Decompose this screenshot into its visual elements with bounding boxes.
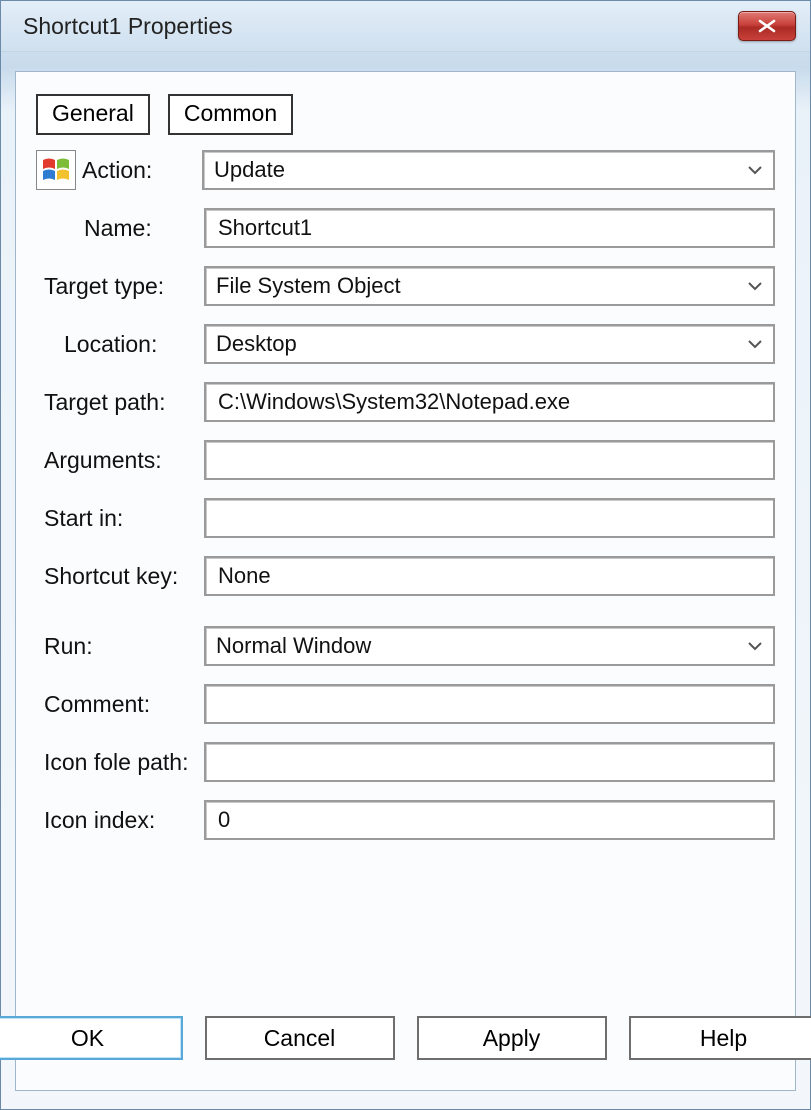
location-select[interactable]: Desktop	[204, 324, 775, 364]
target-type-select[interactable]: File System Object	[204, 266, 775, 306]
label-location: Location:	[36, 331, 204, 358]
label-action: Action:	[82, 157, 202, 184]
comment-input[interactable]	[204, 684, 775, 724]
row-target-path: Target path:	[36, 381, 775, 423]
row-start-in: Start in:	[36, 497, 775, 539]
label-run: Run:	[36, 633, 204, 660]
start-in-value[interactable]	[216, 504, 763, 532]
row-arguments: Arguments:	[36, 439, 775, 481]
windows-logo-icon	[36, 150, 76, 190]
apply-button[interactable]: Apply	[417, 1016, 607, 1060]
start-in-input[interactable]	[204, 498, 775, 538]
tab-common[interactable]: Common	[168, 94, 293, 135]
chevron-down-icon	[747, 641, 763, 651]
row-action: Action: Update	[36, 149, 775, 191]
arguments-input[interactable]	[204, 440, 775, 480]
window-title: Shortcut1 Properties	[23, 13, 233, 40]
form-area: Action: Update Name: T	[16, 135, 795, 841]
row-icon-index: Icon index:	[36, 799, 775, 841]
icon-index-input[interactable]	[204, 800, 775, 840]
tab-strip: General Common	[16, 72, 795, 135]
cancel-button[interactable]: Cancel	[205, 1016, 395, 1060]
label-arguments: Arguments:	[36, 447, 204, 474]
row-shortcut-key: Shortcut key:	[36, 555, 775, 597]
row-target-type: Target type: File System Object	[36, 265, 775, 307]
row-icon-path: Icon fole path:	[36, 741, 775, 783]
target-path-value[interactable]	[216, 388, 763, 416]
button-row: OK Cancel Apply Help	[16, 1016, 795, 1060]
label-comment: Comment:	[36, 691, 204, 718]
target-path-input[interactable]	[204, 382, 775, 422]
chevron-down-icon	[747, 165, 763, 175]
comment-value[interactable]	[216, 690, 763, 718]
target-type-select-value: File System Object	[216, 273, 401, 299]
row-location: Location: Desktop	[36, 323, 775, 365]
label-target-path: Target path:	[36, 389, 204, 416]
run-select[interactable]: Normal Window	[204, 626, 775, 666]
icon-path-input[interactable]	[204, 742, 775, 782]
arguments-value[interactable]	[216, 446, 763, 474]
chevron-down-icon	[747, 281, 763, 291]
client-area: General Common Action: Update	[15, 71, 796, 1091]
row-run: Run: Normal Window	[36, 625, 775, 667]
ok-button[interactable]: OK	[0, 1016, 183, 1060]
icon-path-value[interactable]	[216, 748, 763, 776]
location-select-value: Desktop	[216, 331, 297, 357]
titlebar: Shortcut1 Properties	[1, 1, 810, 52]
action-select-value: Update	[214, 157, 285, 183]
shortcut-key-input[interactable]	[204, 556, 775, 596]
row-name: Name:	[36, 207, 775, 249]
row-comment: Comment:	[36, 683, 775, 725]
close-button[interactable]	[738, 11, 796, 41]
run-select-value: Normal Window	[216, 633, 371, 659]
label-icon-index: Icon index:	[36, 807, 204, 834]
help-button[interactable]: Help	[629, 1016, 811, 1060]
label-icon-path: Icon fole path:	[36, 749, 204, 776]
chevron-down-icon	[747, 339, 763, 349]
label-start-in: Start in:	[36, 505, 204, 532]
shortcut-key-value[interactable]	[216, 562, 763, 590]
icon-index-value[interactable]	[216, 806, 763, 834]
tab-general[interactable]: General	[36, 94, 150, 135]
name-input[interactable]	[204, 208, 775, 248]
label-shortcut-key: Shortcut key:	[36, 563, 204, 590]
close-icon	[756, 19, 778, 33]
label-name: Name:	[36, 215, 204, 242]
dialog-window: Shortcut1 Properties General Common	[0, 0, 811, 1110]
name-input-value[interactable]	[216, 214, 763, 242]
label-target-type: Target type:	[36, 273, 204, 300]
action-select[interactable]: Update	[202, 150, 775, 190]
